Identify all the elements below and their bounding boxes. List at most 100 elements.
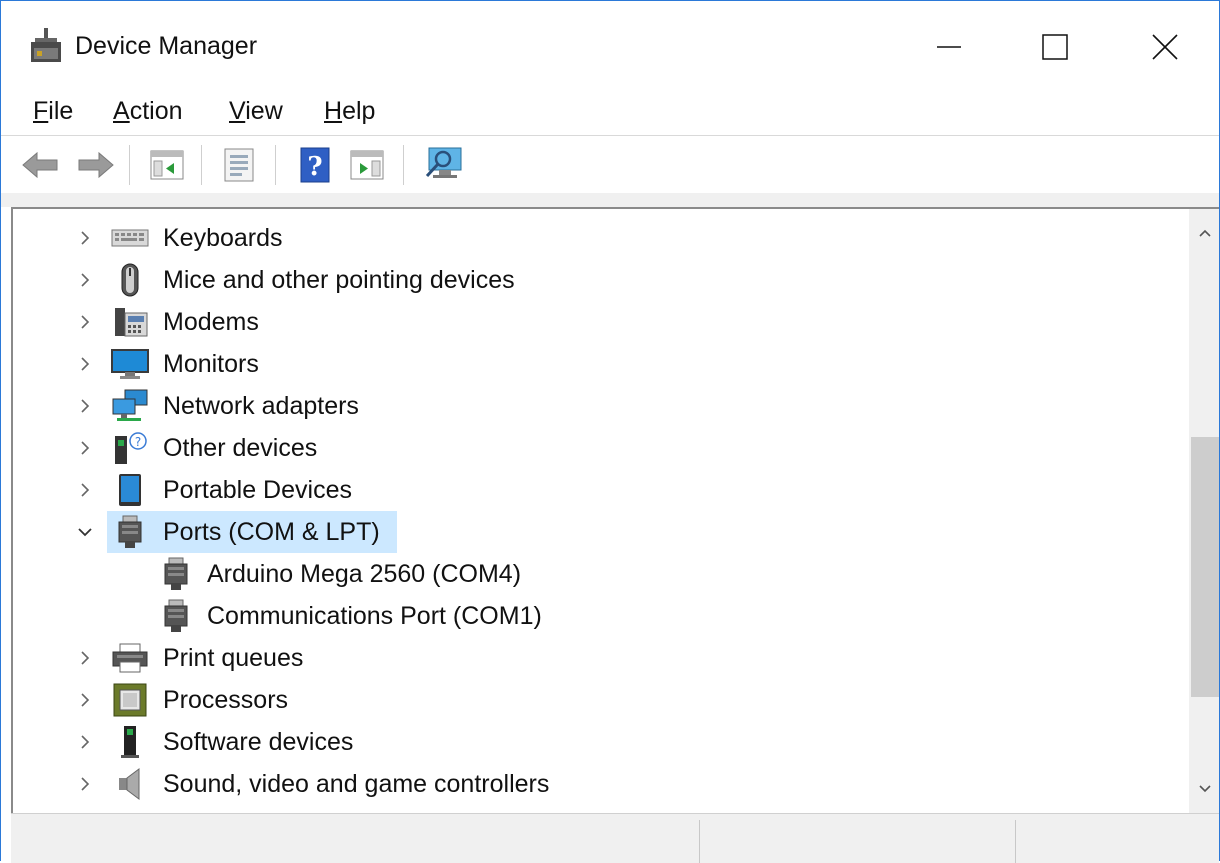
menu-action[interactable]: Action — [113, 97, 183, 126]
speaker-icon — [119, 768, 140, 800]
tree-item-arduino-mega-2560[interactable]: Arduino Mega 2560 (COM4) — [13, 553, 1173, 595]
tree-item-processors[interactable]: Processors — [13, 679, 1173, 721]
port-icon — [164, 557, 188, 590]
tree-item-sound-video-game-controllers[interactable]: Sound, video and game controllers — [13, 763, 1173, 805]
tree-item-network-adapters[interactable]: Network adapters — [13, 385, 1173, 427]
tree-item-monitors[interactable]: Monitors — [13, 343, 1173, 385]
chevron-down-icon — [1199, 785, 1211, 793]
help-button[interactable]: ? — [295, 145, 335, 185]
tree-item-label: Other devices — [163, 433, 318, 462]
title-bar[interactable]: Device Manager — [1, 1, 1219, 87]
device-manager-icon — [31, 28, 61, 62]
maximize-icon — [1042, 34, 1068, 60]
portable-device-icon — [119, 474, 141, 506]
scroll-down-button[interactable] — [1189, 769, 1219, 809]
chevron-right-icon[interactable] — [75, 354, 95, 374]
chevron-right-icon[interactable] — [75, 480, 95, 500]
properties-icon — [224, 148, 254, 182]
tree-item-ports[interactable]: Ports (COM & LPT) — [13, 511, 1173, 553]
toolbar-separator — [403, 145, 404, 185]
tree-item-portable-devices[interactable]: Portable Devices — [13, 469, 1173, 511]
menu-file-mnemonic: F — [33, 97, 49, 125]
port-icon — [164, 599, 188, 632]
tree-item-modems[interactable]: Modems — [13, 301, 1173, 343]
tree-item-label: Modems — [163, 307, 259, 336]
scroll-up-button[interactable] — [1189, 213, 1219, 253]
tree-item-label: Network adapters — [163, 391, 359, 420]
properties-button[interactable] — [219, 145, 259, 185]
close-icon — [1152, 34, 1178, 60]
tree-item-label: Mice and other pointing devices — [163, 265, 515, 294]
menu-view-label: iew — [245, 97, 283, 125]
toolbar: ? — [1, 137, 1219, 191]
chevron-right-icon[interactable] — [75, 774, 95, 794]
tree-item-label: Arduino Mega 2560 (COM4) — [207, 559, 522, 588]
show-hide-action-pane-button[interactable] — [347, 145, 387, 185]
device-manager-window: Device Manager File Action View Help ? K… — [0, 0, 1220, 863]
forward-button[interactable] — [75, 145, 117, 185]
show-hide-console-tree-button[interactable] — [147, 145, 187, 185]
toolbar-bottom-strip — [1, 193, 1219, 207]
monitor-icon — [111, 349, 149, 379]
menu-file[interactable]: File — [33, 97, 73, 126]
show-hide-console-tree-icon — [150, 150, 184, 180]
chevron-right-icon[interactable] — [75, 690, 95, 710]
chevron-right-icon[interactable] — [75, 732, 95, 752]
menu-view-mnemonic: V — [229, 97, 246, 125]
port-icon — [118, 515, 142, 548]
maximize-button[interactable] — [1023, 15, 1087, 79]
tree-item-label: Keyboards — [163, 223, 283, 252]
vertical-scrollbar[interactable] — [1189, 209, 1219, 813]
tree-item-label: Software devices — [163, 727, 354, 756]
tree-item-label: Monitors — [163, 349, 259, 378]
status-pane-divider — [1015, 820, 1016, 863]
processor-icon — [113, 683, 147, 717]
scrollbar-thumb[interactable] — [1191, 437, 1219, 697]
minimize-button[interactable] — [917, 15, 981, 79]
svg-text:?: ? — [135, 435, 141, 449]
chevron-up-icon — [1199, 229, 1211, 237]
tree-item-communications-port[interactable]: Communications Port (COM1) — [13, 595, 1173, 637]
tree-item-label: Portable Devices — [163, 475, 352, 504]
back-button[interactable] — [19, 145, 61, 185]
window-title: Device Manager — [75, 32, 258, 60]
tree-item-other-devices[interactable]: ? Other devices — [13, 427, 1173, 469]
tree-item-label: Processors — [163, 685, 289, 714]
back-icon — [22, 151, 58, 179]
printer-icon — [112, 643, 148, 673]
scan-hardware-icon — [425, 147, 462, 178]
tree-item-print-queues[interactable]: Print queues — [13, 637, 1173, 679]
chevron-right-icon[interactable] — [75, 228, 95, 248]
software-device-icon — [121, 726, 139, 758]
menu-view[interactable]: View — [229, 97, 283, 126]
network-adapter-icon — [112, 389, 148, 421]
scan-hardware-button[interactable] — [421, 145, 467, 185]
tree-item-label: Ports (COM & LPT) — [163, 517, 380, 546]
chevron-right-icon[interactable] — [75, 312, 95, 332]
tree-item-label: Sound, video and game controllers — [163, 769, 550, 798]
svg-text:?: ? — [307, 152, 322, 182]
menu-help-mnemonic: H — [324, 97, 343, 125]
other-devices-icon: ? — [115, 432, 147, 464]
minimize-icon — [937, 46, 961, 48]
tree-item-keyboards[interactable]: Keyboards — [13, 217, 1173, 259]
status-pane-divider — [699, 820, 700, 863]
tree-item-mice[interactable]: Mice and other pointing devices — [13, 259, 1173, 301]
chevron-right-icon[interactable] — [75, 438, 95, 458]
tree-item-label: Communications Port (COM1) — [207, 601, 542, 630]
menu-help[interactable]: Help — [324, 97, 375, 126]
chevron-right-icon[interactable] — [75, 396, 95, 416]
close-button[interactable] — [1133, 15, 1197, 79]
chevron-right-icon[interactable] — [75, 648, 95, 668]
forward-icon — [78, 151, 114, 179]
toolbar-separator — [201, 145, 202, 185]
toolbar-separator — [129, 145, 130, 185]
tree-item-software-devices[interactable]: Software devices — [13, 721, 1173, 763]
tree-item-label: Print queues — [163, 643, 304, 672]
device-tree[interactable]: Keyboards Mice and other pointing device… — [11, 207, 1219, 813]
chevron-down-icon[interactable] — [75, 522, 95, 542]
chevron-right-icon[interactable] — [75, 270, 95, 290]
menu-file-label: ile — [48, 97, 74, 125]
mouse-icon — [121, 263, 139, 297]
menu-action-label: ction — [129, 97, 183, 125]
